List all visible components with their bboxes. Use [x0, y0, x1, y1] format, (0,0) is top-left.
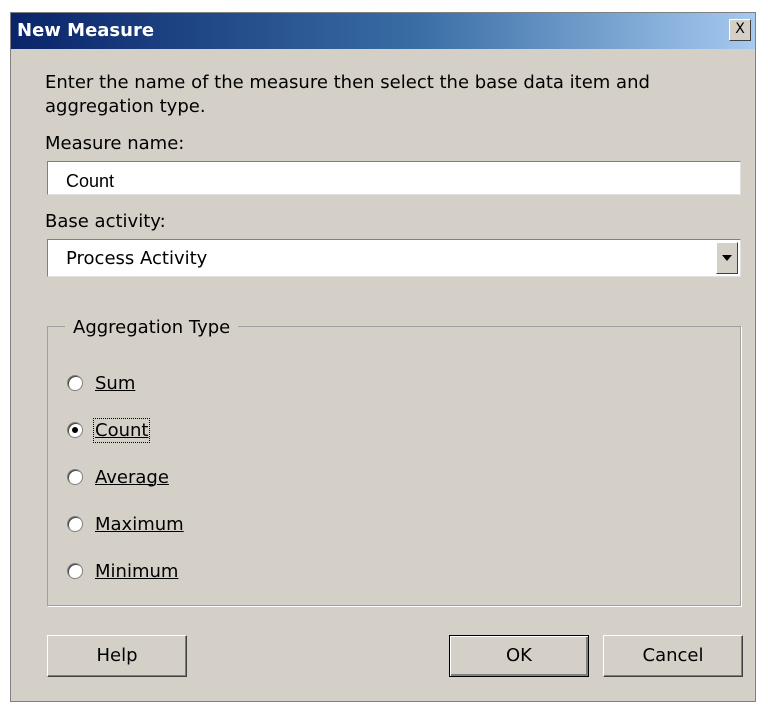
title-bar[interactable]: New Measure X [11, 13, 755, 49]
radio-label-sum: Sum [95, 372, 136, 394]
radio-button-checked-icon[interactable] [67, 422, 83, 438]
cancel-button[interactable]: Cancel [603, 635, 743, 677]
close-icon: X [735, 21, 745, 37]
base-activity-selected-value: Process Activity [66, 248, 208, 269]
measure-name-label: Measure name: [45, 133, 185, 154]
base-activity-label: Base activity: [45, 211, 166, 232]
ok-button[interactable]: OK [449, 635, 589, 677]
measure-name-input[interactable] [47, 161, 741, 195]
close-button[interactable]: X [729, 19, 751, 41]
dialog-title: New Measure [17, 20, 155, 41]
radio-maximum[interactable]: Maximum [67, 512, 184, 536]
radio-button-icon[interactable] [67, 375, 83, 391]
help-button[interactable]: Help [47, 635, 187, 677]
radio-label-maximum: Maximum [95, 513, 184, 535]
radio-button-icon[interactable] [67, 563, 83, 579]
radio-average[interactable]: Average [67, 465, 169, 489]
radio-sum[interactable]: Sum [67, 371, 135, 395]
radio-label-count: Count [92, 417, 151, 443]
base-activity-select[interactable]: Process Activity [47, 239, 741, 277]
intro-text: Enter the name of the measure then selec… [45, 72, 650, 117]
radio-button-icon[interactable] [67, 469, 83, 485]
radio-label-minimum: Minimum [95, 560, 179, 582]
radio-button-icon[interactable] [67, 516, 83, 532]
radio-count[interactable]: Count [67, 417, 151, 443]
radio-label-average: Average [95, 466, 169, 488]
radio-minimum[interactable]: Minimum [67, 559, 178, 583]
dropdown-arrow-icon[interactable] [716, 242, 738, 274]
new-measure-dialog: New Measure X Enter the name of the meas… [10, 12, 756, 702]
aggregation-type-legend: Aggregation Type [65, 317, 239, 338]
